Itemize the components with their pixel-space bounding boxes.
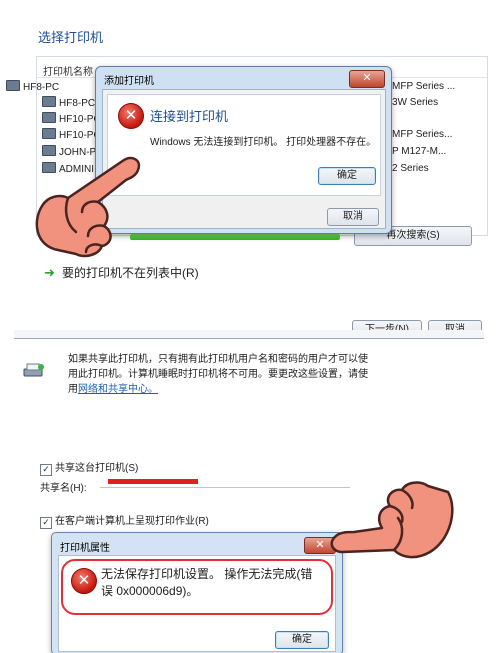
printer-model: 3W Series [392,97,439,108]
page-title: 选择打印机 [38,30,104,45]
error-message-box: ✕ 连接到打印机 Windows 无法连接到打印机。 打印处理器不存在。 确定 [107,94,381,196]
checkbox-checked-icon: ✓ [40,517,52,529]
sharing-description: 如果共享此打印机，只有拥有此打印机用户名和密码的用户才可以使用此打印机。计算机睡… [68,352,368,397]
printer-name: HF8-PC [23,82,60,93]
error-heading: 连接到打印机 [150,109,229,124]
printer-icon [42,112,56,123]
printer-properties-window: 如果共享此打印机，只有拥有此打印机用户名和密码的用户才可以使用此打印机。计算机睡… [0,330,500,653]
search-progress-bar [130,234,340,240]
network-printer-icon [23,363,44,377]
printer-model: MFP Series... [392,129,453,140]
checkbox-label: 在客户端计算机上呈现打印作业(R) [55,516,209,527]
printer-model: P M127-M... [392,146,447,157]
checkbox-label: 共享这台打印机(S) [55,463,139,474]
close-button[interactable]: ✕ [304,537,336,554]
arrow-right-icon: ➜ [44,265,55,280]
printer-icon [42,162,56,173]
ok-button[interactable]: 确定 [275,631,329,649]
column-header-name[interactable]: 打印机名称 [43,63,93,78]
ok-button[interactable]: 确定 [318,167,376,185]
printer-properties-error-dialog: 打印机属性 ✕ ✕ 无法保存打印机设置。 操作无法完成(错误 0x000006d… [51,532,343,653]
share-name-input[interactable] [100,487,350,488]
dialog-body: ✕ 无法保存打印机设置。 操作无法完成(错误 0x000006d9)。 确定 [58,555,336,652]
redacted-share-name [108,479,198,484]
network-sharing-center-link[interactable]: 网络和共享中心。 [78,384,158,395]
dialog-body: ✕ 连接到打印机 Windows 无法连接到打印机。 打印处理器不存在。 确定 … [102,89,386,229]
error-icon: ✕ [71,568,97,594]
printer-icon [42,145,56,156]
list-item[interactable]: HF8-PC [6,80,59,95]
checkbox-checked-icon: ✓ [40,464,52,476]
printer-not-listed-link[interactable]: 要的打印机不在列表中(R) [62,264,199,281]
list-item[interactable]: HF10-PC [42,112,101,127]
printer-name: HF8-PC [59,98,96,109]
share-printer-checkbox[interactable]: ✓ 共享这台打印机(S) [40,459,138,476]
add-printer-wizard: 选择打印机 打印机名称 地址 HF8-PC HF8-PC HF10-PC HF1… [0,0,500,330]
printer-name: ADMINI [59,164,94,175]
next-button[interactable]: 下一步(N) [352,320,422,330]
dialog-title: 打印机属性 [60,543,110,554]
dialog-title: 添加打印机 [104,76,154,87]
printer-icon [6,80,20,91]
error-message: 无法保存打印机设置。 操作无法完成(错误 0x000006d9)。 [101,567,313,598]
printer-model: MFP Series ... [392,81,456,92]
error-message: Windows 无法连接到打印机。 打印处理器不存在。 [150,137,377,148]
close-button[interactable]: ✕ [349,70,385,88]
tab-strip[interactable] [14,330,484,339]
render-jobs-checkbox[interactable]: ✓ 在客户端计算机上呈现打印作业(R) [40,512,209,529]
list-item[interactable]: HF10-PC [42,128,101,143]
cancel-button[interactable]: 取消 [327,208,379,226]
list-item[interactable]: ADMINI [42,162,94,177]
list-item[interactable]: HF8-PC [42,96,95,111]
printer-icon [42,96,56,107]
error-icon: ✕ [118,103,144,129]
printer-icon [42,128,56,139]
printer-model: 2 Series [392,163,429,174]
wizard-cancel-button[interactable]: 取消 [428,320,482,330]
share-name-label: 共享名(H): [40,483,87,494]
add-printer-dialog: 添加打印机 ✕ ✕ 连接到打印机 Windows 无法连接到打印机。 打印处理器… [95,66,392,234]
